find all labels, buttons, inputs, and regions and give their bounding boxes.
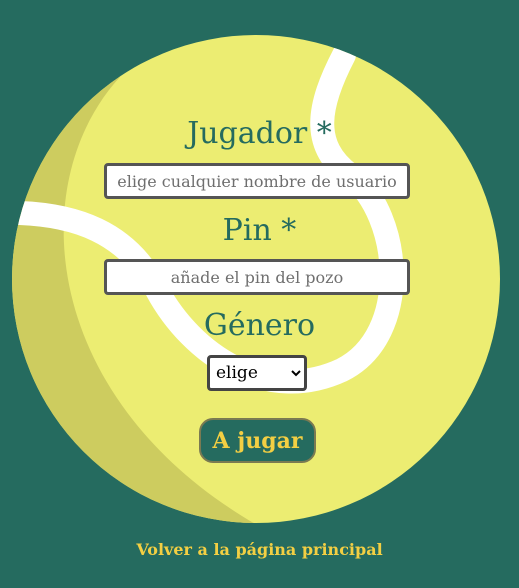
player-name-input[interactable] <box>104 163 410 199</box>
back-to-home-link[interactable]: Volver a la página principal <box>0 538 519 562</box>
player-form: Jugador * Pin * Género elige A jugar Vol… <box>0 0 519 588</box>
play-button[interactable]: A jugar <box>199 418 316 463</box>
player-label: Jugador * <box>187 116 332 151</box>
gender-label: Género <box>203 308 316 343</box>
gender-select[interactable]: elige <box>207 355 307 391</box>
pin-label: Pin * <box>222 213 297 248</box>
pin-input[interactable] <box>104 259 410 295</box>
